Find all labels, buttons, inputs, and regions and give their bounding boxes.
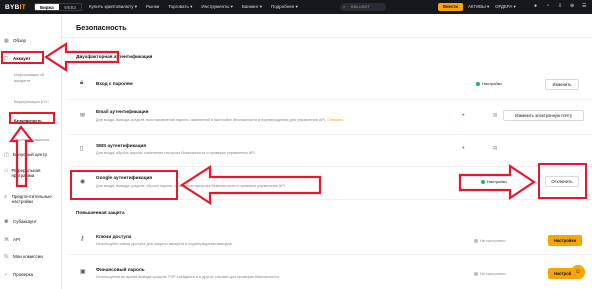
title-divider [62, 37, 592, 38]
sidebar-item-kyc[interactable]: Верификация KYC [14, 99, 49, 105]
download-icon[interactable]: ⇩ [558, 3, 562, 9]
search-input[interactable]: ⌕ BNLUSDT [340, 3, 386, 11]
fund-password-icon: ▣ [80, 269, 86, 275]
section-extra-title: Повышенная защита [76, 210, 125, 215]
sidebar-item-preferences[interactable]: ≡ Предпочтительные настройки [4, 194, 60, 204]
security-row-fund-password: ▣ Финансовый пароль Используется во врем… [68, 255, 592, 289]
annotation-box-security [9, 112, 55, 124]
row-description: Используйте ключи доступа для защиты акк… [96, 242, 233, 246]
row-title: Email аутентификация [96, 109, 149, 114]
sliders-icon: ≡ [4, 194, 7, 200]
nav-tools[interactable]: Инструменты ▾ [201, 4, 233, 10]
settings-icon[interactable]: ☰ [582, 3, 586, 9]
orders-menu[interactable]: ОРДЕРА ▾ [495, 4, 516, 10]
setup-passkeys-button[interactable]: Настройки [548, 235, 582, 246]
security-row-sms: ▯ SMS аутентификация Для входа, сброса п… [68, 135, 592, 167]
row-description: Используется во время вывода средств, P2… [96, 275, 280, 279]
row-title: Ключи доступа [96, 234, 132, 239]
nav-markets[interactable]: Рынки [146, 4, 159, 10]
bybit-logo[interactable]: BYBIT [5, 4, 26, 11]
sidebar-item-subaccount[interactable]: ⚉ Субаккаунт [4, 219, 37, 225]
search-icon: ⌕ [343, 4, 346, 9]
unbind-link[interactable]: Отвязать [327, 118, 343, 122]
sidebar-item-overview[interactable]: ▦ Обзор [4, 38, 26, 44]
sidebar-item-account-info[interactable]: Информация об аккаунте [14, 72, 58, 83]
edit-icon[interactable]: ▤ [493, 112, 497, 118]
globe-icon[interactable]: ⊕ [570, 3, 574, 9]
main-nav: Купить криптовалюту ▾ Рынки Торговать ▾ … [89, 4, 307, 10]
sidebar-item-verify[interactable]: ✓ Проверка [4, 272, 33, 278]
sidebar-item-referral[interactable]: ⚇ Реферальная программа [4, 168, 48, 178]
exchange-web3-toggle: Биржа WEB3 [34, 3, 82, 11]
phone-icon: ▯ [80, 146, 84, 152]
sidebar-item-bonus[interactable]: ◫ Бонусный центр [4, 152, 47, 158]
security-row-passkeys: ⚷ Ключи доступа Используйте ключи доступ… [68, 225, 592, 255]
percent-icon: % [4, 254, 9, 260]
nav-buy-crypto[interactable]: Купить криптовалюту ▾ [89, 4, 137, 10]
annotation-box-account [1, 51, 44, 64]
toggle-web3[interactable]: WEB3 [59, 4, 81, 10]
users-icon: ⚇ [4, 168, 9, 174]
row-description: Для входа, вывода средств, восстановлени… [96, 118, 344, 122]
api-icon: ⌘ [4, 237, 9, 243]
section-2fa-title: Двухфакторная аутентификация [76, 54, 153, 59]
sidebar-item-fees[interactable]: % Мои комиссии [4, 254, 43, 260]
sidebar-item-export[interactable]: Экспортированная... [14, 137, 58, 143]
annotation-box-google-auth [70, 170, 178, 200]
change-password-button[interactable]: Изменить [545, 79, 579, 90]
status-badge: Настройки [476, 81, 502, 86]
key-icon: ⚷ [80, 236, 85, 242]
sidebar-item-api[interactable]: ⌘ API [4, 237, 20, 243]
row-title: Финансовый пароль [96, 267, 145, 272]
toggle-exchange[interactable]: Биржа [35, 4, 59, 10]
top-right-menu: АКТИВЫ ▾ ОРДЕРА ▾ [468, 0, 522, 14]
edit-icon[interactable]: ▤ [493, 145, 497, 151]
annotation-box-disable-button [538, 163, 587, 199]
lock-icon: 🔒︎ [80, 80, 84, 86]
nav-banking[interactable]: Банкинг ▾ [242, 4, 262, 10]
status-badge: Не настроено [474, 271, 506, 276]
row-title: SMS аутентификация [96, 143, 147, 148]
nav-more[interactable]: Подробнее ▾ [271, 4, 298, 10]
mail-icon: ✉ [80, 113, 86, 119]
assets-menu[interactable]: АКТИВЫ ▾ [468, 4, 489, 10]
gift-icon: ◫ [4, 152, 9, 158]
subaccount-icon: ⚉ [4, 219, 9, 225]
change-email-button[interactable]: Изменить электронную почту [503, 110, 584, 121]
check-icon: ✓ [4, 272, 9, 278]
status-badge: Не настроено [474, 238, 506, 243]
page-title: Безопасность [76, 23, 127, 32]
check-icon: ● [462, 145, 465, 150]
status-badge: Настройки [481, 179, 507, 184]
support-chat-icon[interactable]: ☺ [571, 265, 585, 279]
grid-icon: ▦ [4, 38, 9, 44]
check-icon: ● [462, 112, 465, 117]
security-row-email: ✉ Email аутентификация Для входа, вывода… [68, 100, 592, 135]
security-row-password: 🔒︎ Вход с паролем Настройки Изменить [68, 70, 592, 100]
row-description: Для входа, сброса пароля, изменения наст… [96, 151, 256, 155]
bell-icon[interactable]: ◔ [546, 3, 549, 9]
row-title: Вход с паролем [96, 81, 133, 86]
deposit-button[interactable]: Внести [438, 3, 463, 11]
user-icon[interactable]: ● [534, 3, 537, 9]
nav-trade[interactable]: Торговать ▾ [168, 4, 192, 10]
